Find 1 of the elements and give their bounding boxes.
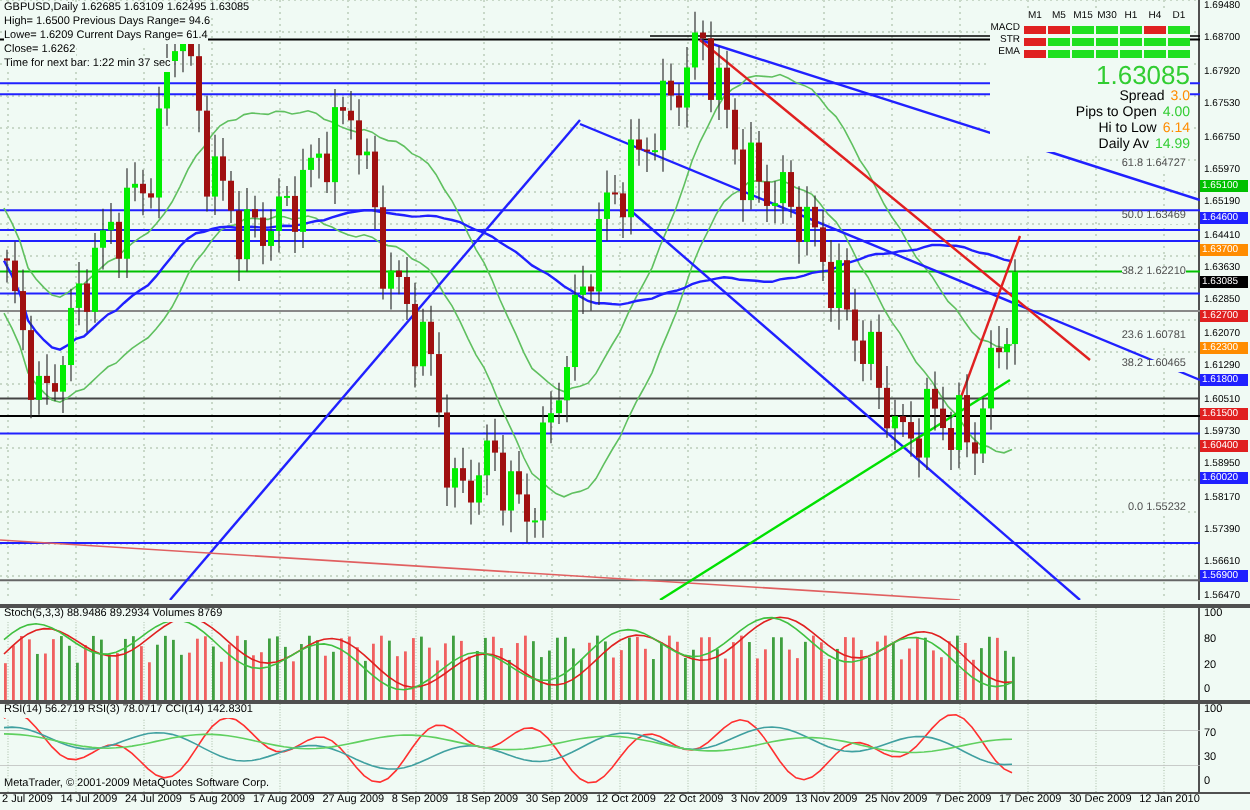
current-price: 1.63085 [1096, 62, 1190, 88]
